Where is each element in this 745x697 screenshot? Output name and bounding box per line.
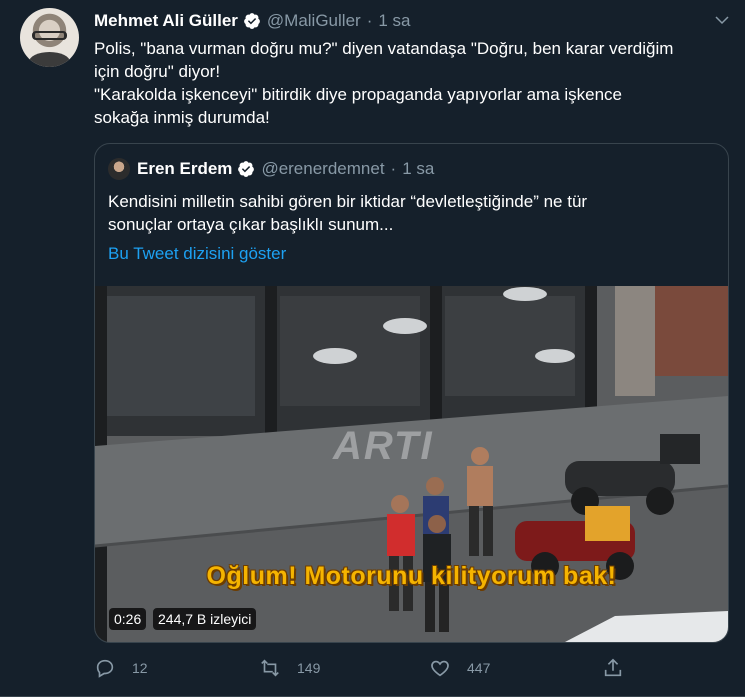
retweet-icon [261,659,279,677]
quoted-tweet-text: Kendisini milletin sahibi gören bir ikti… [108,192,588,234]
like-button[interactable]: 447 [429,654,490,682]
author-name[interactable]: Mehmet Ali Güller [94,11,238,31]
retweet-count: 149 [297,660,321,676]
quoted-author-avatar [108,158,130,180]
author-avatar[interactable] [20,8,79,67]
like-count: 447 [467,660,491,676]
tweet-header: Mehmet Ali Güller @MaliGuller · 1 sa [94,10,411,32]
video-player[interactable]: ARTI Oğlum! Motorunu kilityorum bak! 0:2… [95,286,728,642]
retweet-button[interactable]: 149 [259,654,320,682]
video-views-badge: 244,7 B izleyici [153,608,257,630]
reply-icon [96,659,114,678]
tweet-actions: 12 149 447 [94,654,734,682]
share-icon [604,658,622,677]
verified-badge-icon [238,161,255,177]
tweet-card[interactable]: Mehmet Ali Güller @MaliGuller · 1 sa Pol… [0,0,745,697]
share-button[interactable] [602,654,640,682]
heart-icon [431,660,449,677]
quoted-tweet-time: 1 sa [402,159,435,178]
quoted-author-handle: @erenerdemnet [261,159,385,178]
video-watermark: ARTI [333,424,434,468]
reply-button[interactable]: 12 [94,654,148,682]
author-handle[interactable]: @MaliGuller [267,11,361,31]
quoted-author-name: Eren Erdem [137,159,233,178]
tweet-text: Polis, "bana vurman doğru mu?" diyen vat… [94,39,674,127]
reply-count: 12 [132,660,148,676]
quoted-tweet[interactable]: Eren Erdem @erenerdemnet · 1 sa Kendisin… [94,143,729,643]
video-duration-badge: 0:26 [109,608,147,630]
separator-dot: · [366,11,373,30]
chevron-down-icon[interactable] [713,11,731,29]
verified-badge-icon [244,13,260,29]
separator-dot: · [390,159,397,178]
video-subtitle: Oğlum! Motorunu kilityorum bak! [206,562,617,590]
tweet-time[interactable]: 1 sa [378,11,410,31]
show-thread-link[interactable]: Bu Tweet dizisini göster [108,244,286,264]
quoted-tweet-header: Eren Erdem @erenerdemnet · 1 sa [137,158,434,180]
